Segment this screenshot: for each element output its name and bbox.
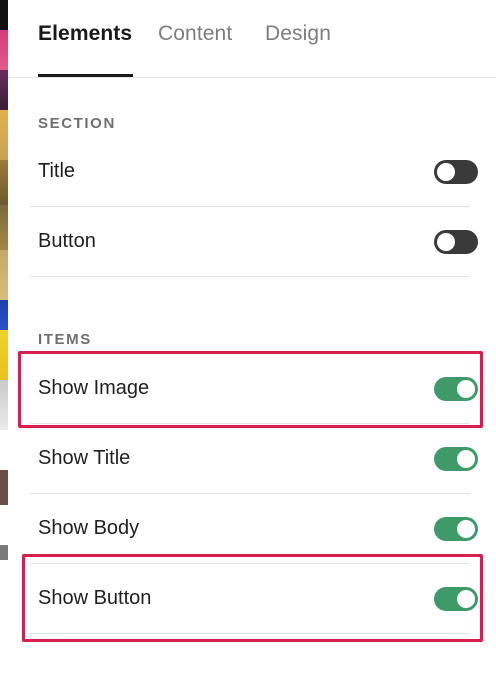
toggle-row-show-title: Show Title xyxy=(30,423,478,494)
elements-panel: Elements Content Design SECTION Title Bu… xyxy=(8,0,496,700)
toggle-knob xyxy=(457,520,475,538)
toggle-label: Show Image xyxy=(38,377,150,399)
toggle-row-show-button: Show Button xyxy=(30,563,478,634)
toggle-label: Show Button xyxy=(38,587,152,609)
show-button-toggle[interactable] xyxy=(434,587,478,611)
show-title-toggle[interactable] xyxy=(434,447,478,471)
toggle-label: Title xyxy=(38,160,76,182)
toggle-knob xyxy=(457,380,475,398)
background-page-strip xyxy=(0,0,8,700)
button-toggle[interactable] xyxy=(434,230,478,254)
toggle-knob xyxy=(457,450,475,468)
tab-elements[interactable]: Elements xyxy=(38,22,132,46)
toggle-row-show-image: Show Image xyxy=(30,353,478,424)
active-tab-indicator xyxy=(38,74,133,77)
tab-content[interactable]: Content xyxy=(158,22,232,46)
toggle-knob xyxy=(437,233,455,251)
toggle-row-title: Title xyxy=(30,136,478,207)
toggle-row-button: Button xyxy=(30,206,478,277)
toggle-label: Button xyxy=(38,230,96,252)
title-toggle[interactable] xyxy=(434,160,478,184)
tab-design[interactable]: Design xyxy=(265,22,331,46)
tab-bar: Elements Content Design xyxy=(8,0,496,78)
show-body-toggle[interactable] xyxy=(434,517,478,541)
toggle-label: Show Title xyxy=(38,447,131,469)
section-heading: SECTION xyxy=(38,115,116,132)
toggle-knob xyxy=(437,163,455,181)
toggle-label: Show Body xyxy=(38,517,140,539)
toggle-row-show-body: Show Body xyxy=(30,493,478,564)
show-image-toggle[interactable] xyxy=(434,377,478,401)
toggle-knob xyxy=(457,590,475,608)
items-heading: ITEMS xyxy=(38,331,92,348)
